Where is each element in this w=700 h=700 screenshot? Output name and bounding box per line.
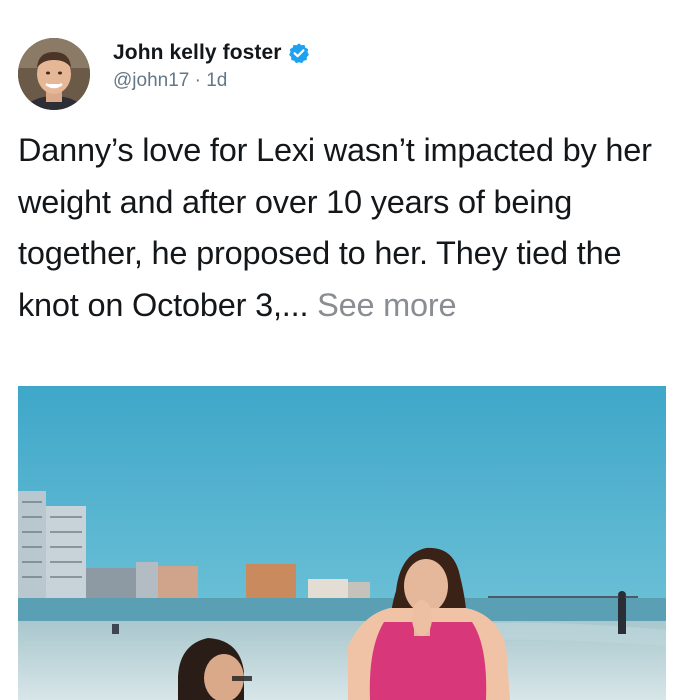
- author-meta: @john17 · 1d: [113, 70, 310, 92]
- author-avatar[interactable]: [18, 38, 90, 110]
- post-text: Danny’s love for Lexi wasn’t impacted by…: [18, 125, 690, 331]
- see-more-link[interactable]: See more: [317, 287, 457, 323]
- author-name[interactable]: John kelly foster: [113, 41, 282, 65]
- beach-proposal-photo-icon: [18, 386, 666, 700]
- meta-separator: ·: [194, 70, 201, 91]
- tweet-card[interactable]: John kelly foster @john17 · 1d Danny’s l…: [0, 0, 700, 700]
- avatar-photo-icon: [18, 38, 90, 110]
- post-image[interactable]: [18, 386, 666, 700]
- author-handle[interactable]: @john17: [113, 70, 189, 91]
- post-time[interactable]: 1d: [206, 70, 227, 91]
- verified-badge-icon: [288, 42, 310, 64]
- author-info: John kelly foster @john17 · 1d: [113, 38, 310, 92]
